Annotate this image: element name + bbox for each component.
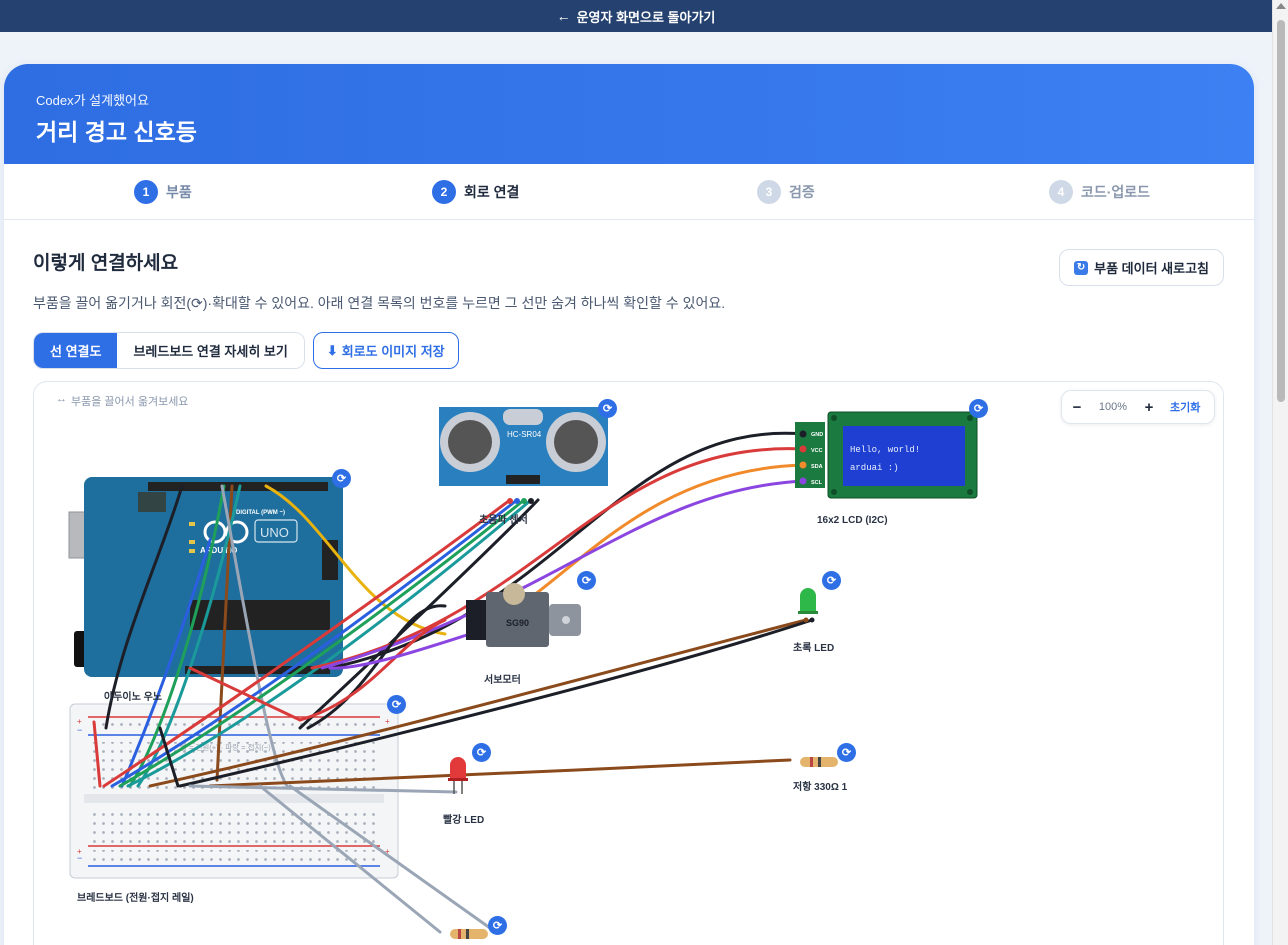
lcd-pin-sda: SDA [811, 464, 823, 470]
red-led-label: 빨강 LED [443, 815, 485, 826]
uno-badge: UNO [260, 525, 289, 540]
lcd-line-1: Hello, world! [850, 445, 920, 455]
rotate-icon[interactable]: ⟳ [387, 695, 406, 714]
move-arrows-icon: ↔ [56, 393, 67, 405]
arduino-label: 아두이노 우노 [104, 692, 162, 703]
green-led[interactable] [798, 588, 818, 623]
lcd-pin-gnd: GND [811, 432, 823, 438]
red-led[interactable] [448, 757, 468, 794]
servo-motor[interactable]: SG90 [466, 583, 581, 647]
ultrasonic-label: 초음파 센서 [479, 515, 528, 526]
breadboard-label: 브레드보드 (전원·접지 레일) [77, 893, 194, 904]
rotate-icon[interactable]: ⟳ [488, 916, 507, 935]
zoom-level: 100% [1098, 401, 1128, 413]
servo-label: 서보모터 [484, 675, 521, 686]
lcd-line-2: arduai :) [850, 463, 899, 473]
lcd-pin-scl: SCL [811, 480, 823, 486]
svg-text:−: − [77, 853, 82, 863]
rotate-icon[interactable]: ⟳ [577, 571, 596, 590]
rotate-icon[interactable]: ⟳ [472, 743, 491, 762]
svg-text:+: + [385, 717, 390, 726]
resistor-label: 저항 330Ω 1 [793, 782, 848, 793]
digital-pins-label: DIGITAL (PWM ~) [236, 510, 285, 516]
ultrasonic-chip-label: HC-SR04 [507, 430, 542, 439]
zoom-out-button[interactable]: − [1062, 399, 1092, 416]
lcd-display[interactable]: Hello, world! arduai :) GND VCC SDA SCL [795, 411, 978, 499]
lcd-pin-vcc: VCC [811, 448, 823, 454]
drag-hint: ↔ 부품을 끌어서 옮겨보세요 [56, 393, 188, 409]
page-scrollbar[interactable] [1272, 0, 1288, 945]
servo-chip-label: SG90 [506, 618, 529, 628]
rotate-icon[interactable]: ⟳ [837, 743, 856, 762]
resistor-2[interactable] [450, 929, 488, 939]
circuit-diagram: + − + + − + 빨 = 전원(+) · 파랑 = 접지(−) UNO A… [68, 407, 978, 939]
zoom-controls: − 100% + 초기화 [1061, 390, 1215, 424]
svg-text:−: − [77, 725, 82, 735]
zoom-in-button[interactable]: + [1134, 399, 1164, 416]
rotate-icon[interactable]: ⟳ [822, 571, 841, 590]
zoom-reset-button[interactable]: 초기화 [1170, 399, 1200, 415]
lcd-label: 16x2 LCD (I2C) [817, 515, 888, 526]
scroll-up-icon[interactable] [1276, 3, 1286, 9]
ultrasonic-sensor[interactable]: HC-SR04 [439, 407, 608, 504]
rotate-icon[interactable]: ⟳ [598, 399, 617, 418]
drag-hint-text: 부품을 끌어서 옮겨보세요 [71, 396, 189, 408]
rotate-icon[interactable]: ⟳ [332, 469, 351, 488]
green-led-label: 초록 LED [793, 643, 835, 654]
resistor-330[interactable] [800, 757, 838, 767]
rotate-icon[interactable]: ⟳ [969, 399, 988, 418]
scrollbar-thumb[interactable] [1277, 20, 1285, 402]
